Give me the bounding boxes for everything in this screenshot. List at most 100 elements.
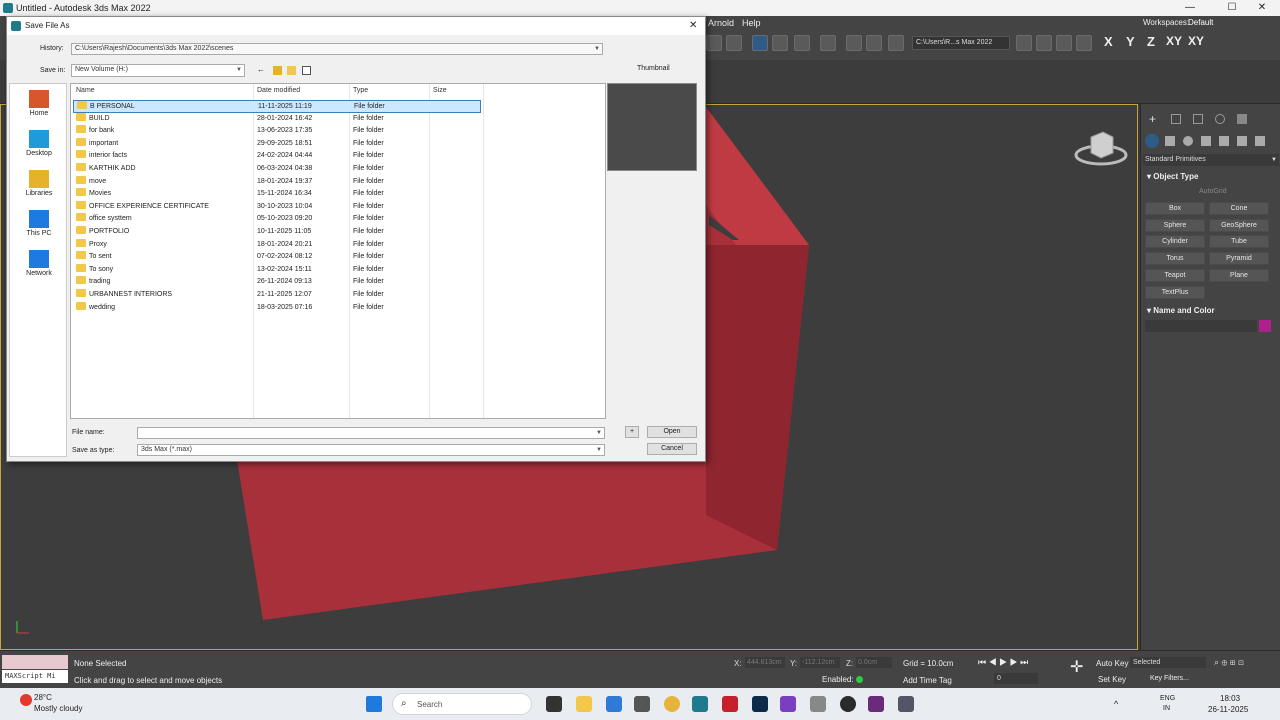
increment-button[interactable]: +: [625, 426, 639, 438]
helpers-icon[interactable]: [1219, 136, 1229, 146]
toolbar-button[interactable]: [820, 35, 836, 51]
file-row[interactable]: Movies 15-11-2024 16:34 File folder: [73, 188, 481, 201]
file-row[interactable]: PORTFOLIO 10-11-2025 11:05 File folder: [73, 226, 481, 239]
primitive-button-cone[interactable]: Cone: [1209, 202, 1269, 215]
name-color-heading[interactable]: ▾ Name and Color: [1147, 306, 1215, 315]
toolbar-button[interactable]: [752, 35, 768, 51]
toolbar-button[interactable]: [1076, 35, 1092, 51]
close-window-icon[interactable]: ✕: [1244, 0, 1280, 16]
primitive-button-cylinder[interactable]: Cylinder: [1145, 235, 1205, 249]
axis-x-button[interactable]: X: [1104, 34, 1113, 49]
axis-z-button[interactable]: Z: [1147, 34, 1155, 49]
primitive-button-box[interactable]: Box: [1145, 202, 1205, 215]
file-row[interactable]: B PERSONAL 11-11-2025 11:19 File folder: [73, 100, 481, 113]
axis-xy-button[interactable]: XY: [1166, 34, 1182, 48]
file-row[interactable]: office systtem 05-10-2023 09:20 File folde…: [73, 213, 481, 226]
open-button[interactable]: Open: [647, 426, 697, 438]
start-icon[interactable]: [366, 696, 382, 712]
app-icon-purple[interactable]: [780, 696, 796, 712]
minimize-icon[interactable]: —: [1172, 0, 1208, 16]
axis-y-button[interactable]: Y: [1126, 34, 1135, 49]
auto-key-button[interactable]: Auto Key: [1096, 659, 1128, 668]
object-type-heading[interactable]: ▾ Object Type: [1147, 172, 1198, 181]
place-network[interactable]: Network: [10, 250, 68, 277]
toolbar-button[interactable]: [1056, 35, 1072, 51]
weather-desc[interactable]: Mostly cloudy: [34, 704, 82, 713]
app-icon-dark[interactable]: [840, 696, 856, 712]
y-coord-field[interactable]: -112.12cm: [800, 657, 840, 668]
cancel-button[interactable]: Cancel: [647, 443, 697, 455]
primitive-button-sphere[interactable]: Sphere: [1145, 218, 1205, 232]
toolbar-button[interactable]: [1016, 35, 1032, 51]
toolbar-button[interactable]: [726, 35, 742, 51]
menu-item-arnold[interactable]: Arnold: [708, 16, 734, 30]
maxscript-mini-listener[interactable]: MAXScript Mi: [2, 670, 68, 683]
toolbar-button[interactable]: [888, 35, 904, 51]
toolbar-button[interactable]: [866, 35, 882, 51]
set-key-button[interactable]: Set Key: [1098, 675, 1126, 684]
file-row[interactable]: OFFICE EXPERIENCE CERTIFICATE 30-10-2023 …: [73, 200, 481, 214]
path-dropdown[interactable]: C:\Users\R...s Max 2022: [912, 36, 1010, 50]
file-row[interactable]: important 29-09-2025 18:51 File folder: [73, 137, 481, 151]
chrome-icon[interactable]: [664, 696, 680, 712]
column-header-type[interactable]: Type: [353, 87, 368, 94]
primitive-button-textplus[interactable]: TextPlus: [1145, 285, 1205, 299]
weather-temp[interactable]: 28°C: [34, 693, 52, 702]
tray-chevron-icon[interactable]: ^: [1114, 699, 1118, 709]
systems-icon[interactable]: [1255, 136, 1265, 146]
place-libraries[interactable]: Libraries: [10, 170, 68, 197]
motion-tab-icon[interactable]: [1215, 114, 1225, 124]
object-name-field[interactable]: [1145, 320, 1257, 332]
file-row[interactable]: wedding 18-03-2025 07:16 File folder: [73, 301, 481, 315]
history-dropdown[interactable]: C:\Users\Rajesh\Documents\3ds Max 2022\s…: [71, 43, 603, 55]
create-tab-icon[interactable]: +: [1149, 112, 1156, 126]
toolbar-button[interactable]: [1036, 35, 1052, 51]
file-name-input[interactable]: ▼: [137, 427, 605, 439]
file-row[interactable]: Proxy 18-01-2024 20:21 File folder: [73, 238, 481, 252]
primitive-button-torus[interactable]: Torus: [1145, 252, 1205, 266]
file-row[interactable]: move 18-01-2024 19:37 File folder: [73, 175, 481, 189]
photoshop-icon[interactable]: [752, 696, 768, 712]
autocad-icon[interactable]: [722, 696, 738, 712]
app-icon-gray[interactable]: [810, 696, 826, 712]
new-folder-icon[interactable]: [287, 66, 296, 75]
toolbar-button[interactable]: [706, 35, 722, 51]
geometry-icon[interactable]: [1145, 134, 1159, 148]
file-explorer-icon[interactable]: [576, 696, 592, 712]
category-dropdown[interactable]: Standard Primitives ▼: [1143, 154, 1279, 166]
taskbar-search-box[interactable]: ⌕ Search: [392, 693, 532, 715]
column-header-name[interactable]: Name: [76, 87, 95, 94]
settings-icon[interactable]: [898, 696, 914, 712]
lights-icon[interactable]: [1183, 136, 1193, 146]
primitive-button-teapot[interactable]: Teapot: [1145, 268, 1205, 282]
x-coord-field[interactable]: 444.813cm: [745, 657, 785, 668]
primitive-button-pyramid[interactable]: Pyramid: [1209, 252, 1269, 266]
clock-time[interactable]: 18:03: [1220, 694, 1240, 703]
primitive-button-tube[interactable]: Tube: [1209, 235, 1269, 249]
transform-gizmo-icon[interactable]: ✛: [1070, 657, 1083, 677]
modify-tab-icon[interactable]: [1171, 114, 1181, 124]
display-tab-icon[interactable]: [1237, 114, 1247, 124]
file-row[interactable]: KARTHIK ADD 06-03-2024 04:38 File folder: [73, 163, 481, 176]
toolbar-button[interactable]: [846, 35, 862, 51]
add-time-tag[interactable]: Add Time Tag: [903, 676, 952, 685]
save-as-type-dropdown[interactable]: 3ds Max (*.max) ▼: [137, 444, 605, 456]
calculator-icon[interactable]: [634, 696, 650, 712]
axis-xy-cycle-button[interactable]: XY: [1188, 34, 1204, 48]
app-icon-stack[interactable]: [868, 696, 884, 712]
file-row[interactable]: To sent 07-02-2024 08:12 File folder: [73, 251, 481, 264]
enabled-indicator[interactable]: [856, 676, 863, 683]
key-selection-dropdown[interactable]: Selected: [1130, 657, 1206, 668]
primitive-button-geosphere[interactable]: GeoSphere: [1209, 218, 1269, 232]
file-row[interactable]: To sony 13-02-2024 15:11 File folder: [73, 263, 481, 277]
file-row[interactable]: for bank 13-06-2023 17:35 File folder: [73, 125, 481, 138]
language-line1[interactable]: ENG: [1160, 695, 1175, 702]
place-desktop[interactable]: Desktop: [10, 130, 68, 157]
file-list[interactable]: Name Date modified Type Size B PERSONAL 1…: [70, 83, 606, 419]
autogrid-checkbox[interactable]: AutoGrid: [1199, 188, 1227, 195]
place-this-pc[interactable]: This PC: [10, 210, 68, 237]
column-header-size[interactable]: Size: [433, 87, 447, 94]
current-frame-field[interactable]: 0: [994, 673, 1038, 684]
toolbar-button[interactable]: [794, 35, 810, 51]
menu-item-help[interactable]: Help: [742, 16, 761, 30]
